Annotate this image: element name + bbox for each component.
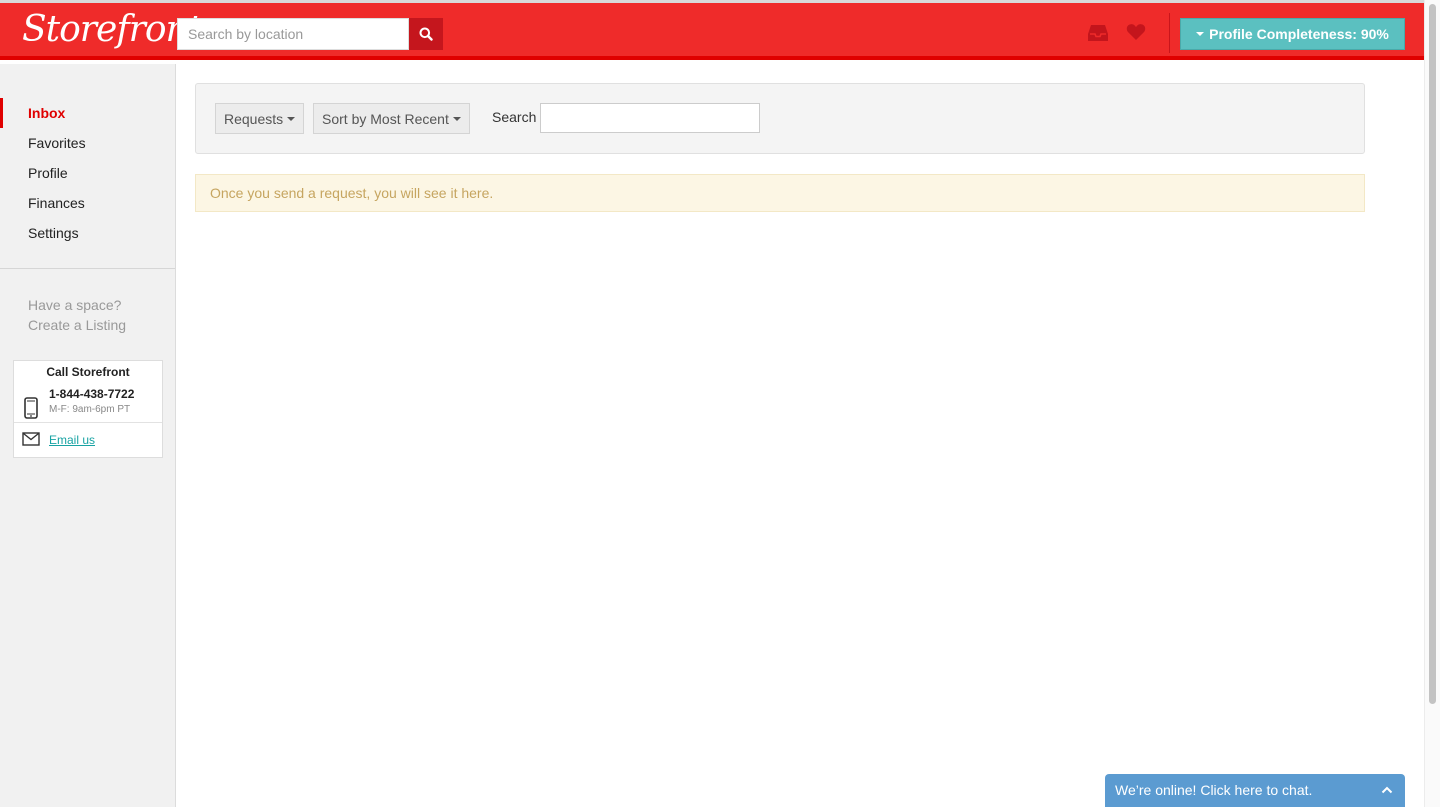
mail-icon (22, 432, 40, 446)
chat-widget-label: We’re online! Click here to chat. (1115, 782, 1313, 798)
caret-down-icon (1196, 32, 1205, 36)
scrollbar[interactable] (1424, 0, 1440, 807)
caret-down-icon (287, 116, 296, 121)
location-search (177, 18, 443, 50)
requests-dropdown-label: Requests (224, 110, 284, 127)
location-search-input[interactable] (177, 18, 409, 50)
search-button[interactable] (409, 18, 443, 50)
inbox-icon[interactable] (1087, 23, 1109, 43)
requests-dropdown[interactable]: Requests (215, 103, 305, 134)
empty-state-notice: Once you send a request, you will see it… (195, 174, 1365, 212)
request-search-input[interactable] (540, 103, 760, 133)
sidebar: Inbox Favorites Profile Finances Setting… (0, 64, 176, 807)
storefront-logo[interactable]: Storefront (22, 9, 202, 50)
sidebar-divider (0, 268, 175, 269)
header-bar: Storefront Profile Completeness: 90% (0, 3, 1424, 60)
caret-down-icon (452, 116, 461, 121)
sort-dropdown[interactable]: Sort by Most Recent (313, 103, 470, 134)
contact-card: Call Storefront 1-844-438-7722 M-F: 9am-… (13, 360, 163, 458)
profile-completeness-button[interactable]: Profile Completeness: 90% (1180, 18, 1405, 50)
header-divider (1169, 13, 1170, 53)
chat-widget[interactable]: We’re online! Click here to chat. (1105, 774, 1405, 807)
heart-icon[interactable] (1126, 23, 1146, 41)
contact-title: Call Storefront (46, 365, 130, 379)
sort-dropdown-label: Sort by Most Recent (322, 110, 449, 127)
sidebar-item-profile[interactable]: Profile (0, 158, 175, 188)
create-listing-link[interactable]: Create a Listing (28, 317, 126, 333)
filter-panel: Requests Sort by Most Recent Search (195, 83, 1365, 154)
profile-completeness-label: Profile Completeness: 90% (1209, 26, 1389, 42)
phone-hours: M-F: 9am-6pm PT (49, 404, 131, 415)
contact-divider (14, 422, 162, 423)
scrollbar-thumb[interactable] (1429, 4, 1436, 704)
sidebar-item-settings[interactable]: Settings (0, 218, 175, 248)
have-space-prompt: Have a space? (28, 297, 122, 313)
email-us-link[interactable]: Email us (49, 433, 95, 447)
phone-number[interactable]: 1-844-438-7722 (49, 387, 134, 401)
chevron-up-icon[interactable] (1381, 785, 1393, 795)
sidebar-item-favorites[interactable]: Favorites (0, 128, 175, 158)
sidebar-item-finances[interactable]: Finances (0, 188, 175, 218)
search-icon (419, 27, 433, 41)
search-label: Search (492, 109, 537, 125)
sidebar-item-inbox[interactable]: Inbox (0, 98, 175, 128)
page: Storefront Profile Completeness: 90% Inb… (0, 0, 1440, 807)
phone-icon (24, 397, 38, 419)
